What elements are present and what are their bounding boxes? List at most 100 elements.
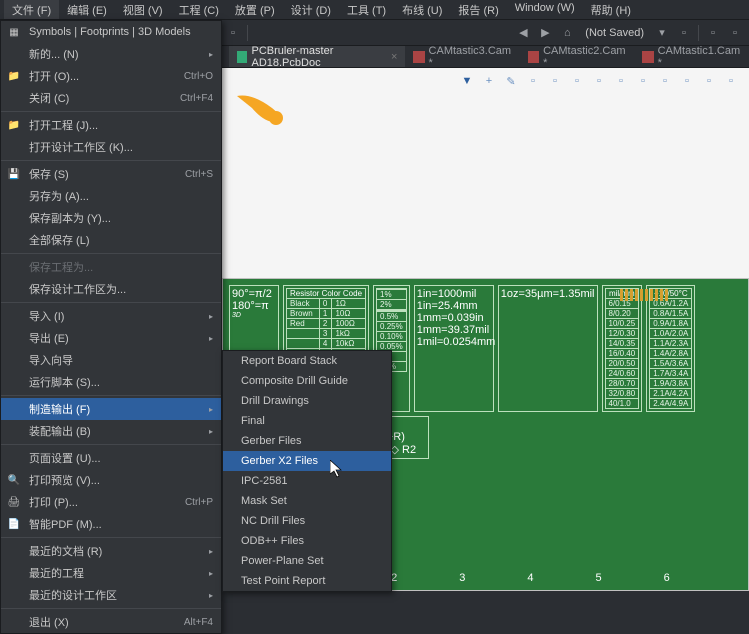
tool-icon[interactable]: ▫	[589, 71, 609, 91]
submenu-gerber-x2[interactable]: Gerber X2 Files	[223, 451, 391, 471]
menu-runscript[interactable]: 运行脚本 (S)...	[1, 371, 221, 393]
save-icon: 💾	[7, 167, 21, 181]
menu-printprev[interactable]: 🔍打印预览 (V)...	[1, 469, 221, 491]
menu-tool[interactable]: 工具 (T)	[339, 0, 394, 19]
submenu-final[interactable]: Final	[223, 411, 391, 431]
menu-exit[interactable]: 退出 (X)Alt+F4	[1, 611, 221, 633]
folder-icon: 📁	[7, 69, 21, 83]
cam-icon	[528, 51, 539, 63]
tool-icon[interactable]: ▫	[523, 71, 543, 91]
tool-icon[interactable]: ▫	[567, 71, 587, 91]
component-icon: ▦	[7, 25, 21, 39]
menu-place[interactable]: 放置 (P)	[227, 0, 283, 19]
menu-export[interactable]: 导出 (E)▸	[1, 327, 221, 349]
menu-design[interactable]: 设计 (D)	[283, 0, 339, 19]
menubar: 文件 (F) 编辑 (E) 视图 (V) 工程 (C) 放置 (P) 设计 (D…	[0, 0, 749, 20]
save-status: (Not Saved)	[579, 27, 650, 39]
menu-pagesetup[interactable]: 页面设置 (U)...	[1, 447, 221, 469]
menu-file[interactable]: 文件 (F)	[4, 0, 59, 19]
submenu-mask[interactable]: Mask Set	[223, 491, 391, 511]
canvas-toolbar: ▼ + ✎ ▫ ▫ ▫ ▫ ▫ ▫ ▫ ▫ ▫ ▫	[453, 70, 745, 92]
thickness: 1oz=35µm=1.35mil	[498, 285, 598, 412]
menu-savedesign[interactable]: 保存设计工作区为...	[1, 278, 221, 300]
menu-assy-output[interactable]: 装配输出 (B)▸	[1, 420, 221, 442]
menu-print[interactable]: 🖨打印 (P)...Ctrl+P	[1, 491, 221, 513]
tab-cam3[interactable]: CAMtastic3.Cam *	[405, 46, 520, 67]
tab-cam2[interactable]: CAMtastic2.Cam *	[520, 46, 635, 67]
tool-icon[interactable]: ✎	[501, 71, 521, 91]
tool-icon[interactable]: ▫	[545, 71, 565, 91]
submenu-nc-drill[interactable]: NC Drill Files	[223, 511, 391, 531]
file-menu-dropdown: ▦Symbols | Footprints | 3D Models 新的... …	[0, 20, 222, 634]
toolbar-fwd-icon[interactable]: ▶	[535, 23, 555, 43]
menu-window[interactable]: Window (W)	[507, 0, 583, 19]
tab-pcbdoc[interactable]: PCBruler-master AD18.PcbDoc ×	[229, 46, 405, 67]
menu-recentdesign[interactable]: 最近的设计工作区▸	[1, 584, 221, 606]
tool-icon[interactable]: ▫	[633, 71, 653, 91]
print-icon: 🖨	[7, 495, 21, 509]
menu-smartpdf[interactable]: 📄智能PDF (M)...	[1, 513, 221, 535]
preview-icon: 🔍	[7, 473, 21, 487]
toolbar-back-icon[interactable]: ◀	[513, 23, 533, 43]
close-icon[interactable]: ×	[391, 51, 397, 63]
submenu-testpoint[interactable]: Test Point Report	[223, 571, 391, 591]
cam-icon	[413, 51, 424, 63]
menu-edit[interactable]: 编辑 (E)	[59, 0, 115, 19]
tab-label: CAMtastic2.Cam *	[543, 45, 626, 69]
submenu-odb[interactable]: ODB++ Files	[223, 531, 391, 551]
menu-saveall[interactable]: 全部保存 (L)	[1, 229, 221, 251]
menu-open-design[interactable]: 打开设计工作区 (K)...	[1, 136, 221, 158]
toolbar-btn[interactable]: ▫	[725, 23, 745, 43]
pcb-icon	[237, 51, 247, 63]
menu-save[interactable]: 💾保存 (S)Ctrl+S	[1, 163, 221, 185]
menu-import-wizard[interactable]: 导入向导	[1, 349, 221, 371]
tool-icon[interactable]: ▫	[677, 71, 697, 91]
menu-symbols[interactable]: ▦Symbols | Footprints | 3D Models	[1, 21, 221, 43]
submenu-report-board[interactable]: Report Board Stack	[223, 351, 391, 371]
tool-icon[interactable]: ▫	[699, 71, 719, 91]
toolbar-btn[interactable]: ▫	[703, 23, 723, 43]
menu-route[interactable]: 布线 (U)	[394, 0, 450, 19]
submenu-ipc[interactable]: IPC-2581	[223, 471, 391, 491]
tab-cam1[interactable]: CAMtastic1.Cam *	[634, 46, 749, 67]
menu-import[interactable]: 导入 (I)▸	[1, 305, 221, 327]
menu-saveproj: 保存工程为...	[1, 256, 221, 278]
menu-view[interactable]: 视图 (V)	[115, 0, 171, 19]
submenu-composite[interactable]: Composite Drill Guide	[223, 371, 391, 391]
submenu-powerplane[interactable]: Power-Plane Set	[223, 551, 391, 571]
toolbar-btn[interactable]: ▫	[674, 23, 694, 43]
toolbar-btn[interactable]: ▫	[223, 23, 243, 43]
menu-savecopy[interactable]: 保存副本为 (Y)...	[1, 207, 221, 229]
menu-open-project[interactable]: 📁打开工程 (J)...	[1, 114, 221, 136]
toolbar-dropdown-icon[interactable]: ▾	[652, 23, 672, 43]
menu-recentproj[interactable]: 最近的工程▸	[1, 562, 221, 584]
gold-pads	[620, 289, 668, 301]
menu-open[interactable]: 📁打开 (O)...Ctrl+O	[1, 65, 221, 87]
menu-report[interactable]: 报告 (R)	[450, 0, 506, 19]
temp: +10/50°C0.6A/1.2A0.8A/1.5A0.9A/1.8A1.0A/…	[646, 285, 695, 412]
tab-label: CAMtastic1.Cam *	[658, 45, 741, 69]
filter-icon[interactable]: ▼	[457, 71, 477, 91]
document-tabs: PCBruler-master AD18.PcbDoc × CAMtastic3…	[222, 46, 749, 68]
cam-icon	[642, 51, 653, 63]
comet-graphic	[232, 88, 292, 128]
submenu-drill-drawings[interactable]: Drill Drawings	[223, 391, 391, 411]
menu-help[interactable]: 帮助 (H)	[583, 0, 639, 19]
toolbar-home-icon[interactable]: ⌂	[557, 23, 577, 43]
menu-project[interactable]: 工程 (C)	[171, 0, 227, 19]
tool-icon[interactable]: ▫	[611, 71, 631, 91]
pdf-icon: 📄	[7, 517, 21, 531]
menu-new[interactable]: 新的... (N)▸	[1, 43, 221, 65]
menu-close[interactable]: 关闭 (C)Ctrl+F4	[1, 87, 221, 109]
submenu-gerber[interactable]: Gerber Files	[223, 431, 391, 451]
menu-saveas[interactable]: 另存为 (A)...	[1, 185, 221, 207]
menu-recentdoc[interactable]: 最近的文档 (R)▸	[1, 540, 221, 562]
tool-icon[interactable]: ▫	[721, 71, 741, 91]
tool-icon[interactable]: +	[479, 71, 499, 91]
fab-output-submenu: Report Board Stack Composite Drill Guide…	[222, 350, 392, 592]
tab-label: PCBruler-master AD18.PcbDoc	[251, 45, 384, 69]
tool-icon[interactable]: ▫	[655, 71, 675, 91]
folder-icon: 📁	[7, 118, 21, 132]
menu-fab-output[interactable]: 制造输出 (F)▸	[1, 398, 221, 420]
unit-conv: 1in=1000mil1in=25.4mm1mm=0.039in1mm=39.3…	[414, 285, 494, 412]
